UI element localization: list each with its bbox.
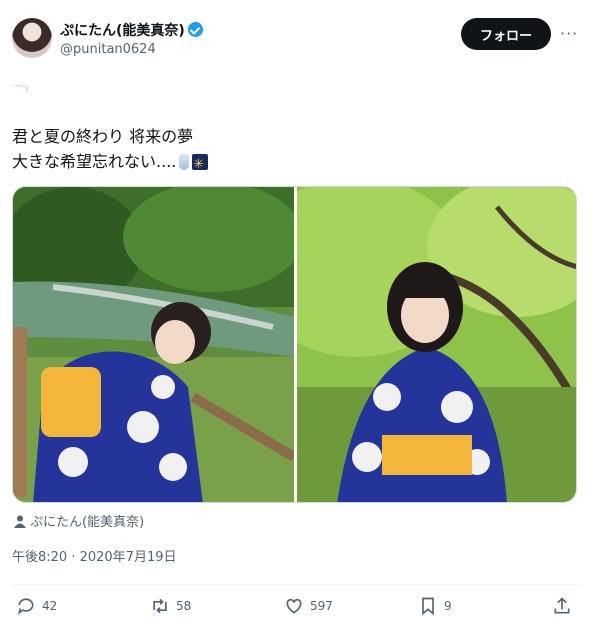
action-bar: 42 58 597 9 bbox=[12, 596, 581, 620]
small-emoticon-text: ﾞ⌒ᵕ̈) bbox=[12, 85, 29, 93]
verified-badge-icon bbox=[187, 22, 203, 37]
retweet-button[interactable]: 58 bbox=[150, 596, 191, 616]
follow-button[interactable]: フォロー bbox=[461, 18, 551, 50]
media-tag-label: ぷにたん(能美真奈) bbox=[30, 515, 145, 530]
photo-left[interactable] bbox=[13, 187, 294, 502]
tweet-timestamp[interactable]: 午後8:20 · 2020年7月19日 bbox=[12, 546, 177, 565]
tweet-header: ぷにたん(能美真奈) @punitan0624 フォロー ··· bbox=[12, 18, 581, 62]
author-handle[interactable]: @punitan0624 bbox=[60, 42, 156, 57]
media-tag[interactable]: ぷにたん(能美真奈) bbox=[14, 511, 144, 530]
tweet-line-2: 大きな希望忘れない.... bbox=[12, 149, 209, 177]
bookmark-count: 9 bbox=[444, 599, 452, 613]
reply-button[interactable]: 42 bbox=[16, 596, 57, 616]
person-icon bbox=[14, 515, 26, 528]
tweet-line-2-text: 大きな希望忘れない.... bbox=[12, 152, 177, 171]
media-grid[interactable] bbox=[12, 186, 577, 503]
reply-icon bbox=[18, 598, 34, 615]
bookmark-icon bbox=[422, 597, 434, 616]
photo-right[interactable] bbox=[297, 187, 576, 502]
like-button[interactable]: 597 bbox=[284, 596, 333, 616]
heart-icon bbox=[286, 598, 302, 614]
retweet-count: 58 bbox=[176, 599, 192, 613]
share-button[interactable] bbox=[552, 596, 578, 616]
author-name[interactable]: ぷにたん(能美真奈) bbox=[60, 20, 203, 40]
tweet-line-1: 君と夏の終わり 将来の夢 bbox=[12, 127, 194, 146]
retweet-icon bbox=[153, 598, 167, 614]
bottle-emoji-icon bbox=[179, 154, 190, 170]
avatar[interactable] bbox=[12, 18, 52, 58]
share-icon bbox=[554, 597, 570, 614]
more-options-icon[interactable]: ··· bbox=[560, 24, 578, 43]
reply-count: 42 bbox=[42, 599, 58, 613]
sparkler-emoji-icon bbox=[192, 152, 209, 177]
tweet-text: 君と夏の終わり 将来の夢 大きな希望忘れない.... bbox=[12, 124, 209, 177]
divider bbox=[12, 584, 581, 585]
like-count: 597 bbox=[310, 599, 333, 613]
bookmark-button[interactable]: 9 bbox=[418, 596, 452, 616]
display-name[interactable]: ぷにたん(能美真奈) bbox=[60, 23, 185, 39]
